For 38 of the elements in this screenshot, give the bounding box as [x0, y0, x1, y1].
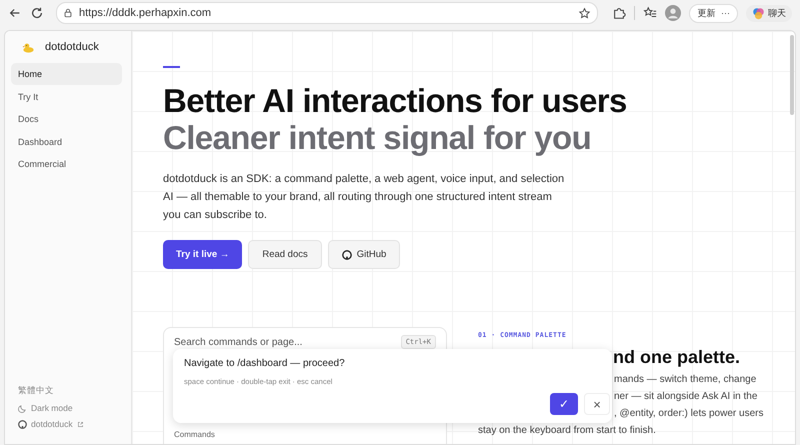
hero-title: Better AI interactions for users: [163, 82, 628, 119]
puzzle-icon[interactable]: [612, 6, 626, 20]
read-docs-button[interactable]: Read docs: [248, 240, 322, 269]
language-link[interactable]: 繁體中文: [11, 382, 122, 400]
group-label: Commands: [174, 430, 216, 439]
section-text-line: ner — sit alongside Ask AI in the: [614, 390, 758, 404]
avatar-icon[interactable]: [665, 5, 682, 21]
hero-subtitle: Cleaner intent signal for you: [163, 119, 592, 156]
external-link-icon: [76, 420, 84, 428]
back-icon[interactable]: [8, 6, 22, 20]
confirm-button[interactable]: ✓: [550, 393, 578, 415]
command-search-field[interactable]: Search commands or page...: [174, 336, 401, 348]
copilot-icon: [752, 6, 765, 20]
favorites-icon[interactable]: [643, 6, 658, 20]
refresh-icon[interactable]: [30, 6, 44, 20]
nav-item[interactable]: Dashboard: [11, 130, 122, 152]
cancel-button[interactable]: ×: [584, 393, 610, 415]
nav-item[interactable]: Try It: [11, 86, 122, 108]
update-button[interactable]: 更新 ···: [689, 4, 738, 22]
brand-name: dotdotduck: [45, 41, 99, 53]
star-icon[interactable]: [578, 6, 592, 20]
duck-icon: [22, 42, 35, 52]
chat-button[interactable]: 聊天: [746, 4, 792, 22]
section-text-line: mands — switch theme, change: [614, 373, 758, 387]
section-text-line: , @entity, order:) lets power users: [614, 407, 764, 421]
url-text: https://dddk.perhapxin.com: [79, 7, 212, 19]
github-button[interactable]: GitHub: [328, 240, 400, 269]
dialog-message: Navigate to /dashboard — proceed?: [184, 358, 346, 369]
try-live-button[interactable]: Try it live →: [163, 240, 242, 269]
moon-icon: [18, 404, 27, 412]
address-bar[interactable]: https://dddk.perhapxin.com: [56, 2, 598, 24]
section-text-line: stay on the keyboard from start to finish.: [478, 424, 657, 438]
lock-icon: [63, 8, 73, 18]
hero-description: dotdotduck is an SDK: a command palette, a web agent, voice input, and selection AI — all themable to your brand, all routing through one structured intent stream you can subscribe to.: [163, 172, 566, 223]
section-heading: nd one palette.: [613, 347, 742, 368]
nav-item[interactable]: Commercial: [11, 153, 122, 175]
nav-item[interactable]: Home: [11, 63, 122, 85]
nav-item[interactable]: Docs: [11, 108, 122, 130]
